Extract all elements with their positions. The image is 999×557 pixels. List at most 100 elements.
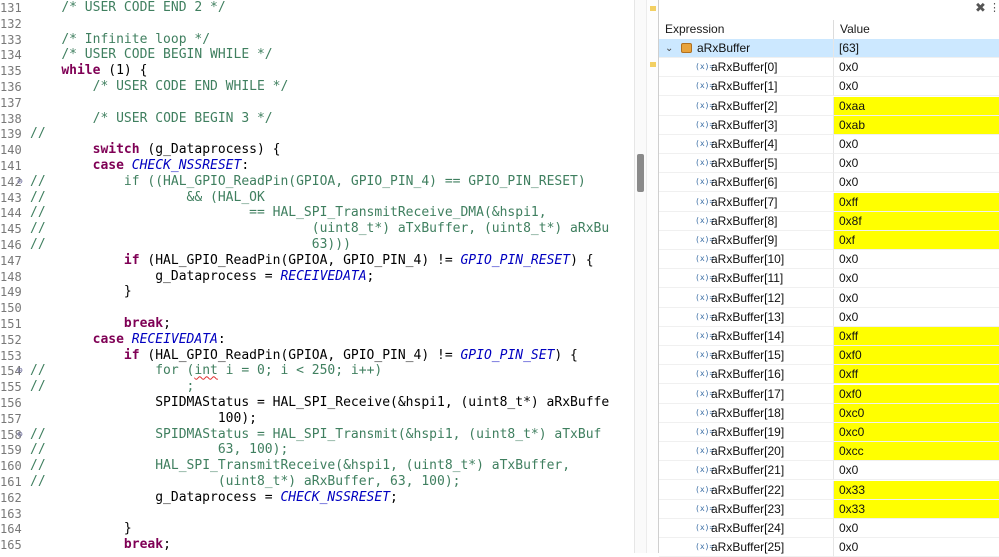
view-menu-icon[interactable]: ⋮ [989, 1, 999, 15]
tree-row-root[interactable]: ⌄ aRxBuffer [63] [659, 39, 999, 58]
tree-row[interactable]: (x)= aRxBuffer[19] 0xc0 [659, 423, 999, 442]
tree-row[interactable]: (x)= aRxBuffer[24] 0x0 [659, 519, 999, 538]
variable-icon: (x)= [695, 254, 715, 264]
tree-row[interactable]: (x)= aRxBuffer[2] 0xaa [659, 96, 999, 116]
tree-row[interactable]: (x)= aRxBuffer[10] 0x0 [659, 250, 999, 270]
tree-row[interactable]: (x)= aRxBuffer[8] 0x8f [659, 211, 999, 231]
editor-scrollbar-thumb[interactable] [637, 154, 644, 192]
code-text: g_Dataprocess = CHECK_NSSRESET; [30, 490, 398, 506]
value-cell[interactable]: 0xff [834, 192, 999, 212]
value-cell[interactable]: [63] [834, 39, 999, 58]
line-number: 165 [0, 538, 22, 553]
value-cell[interactable]: 0xaa [834, 96, 999, 116]
expression-name: aRxBuffer [697, 41, 751, 55]
tree-row[interactable]: (x)= aRxBuffer[3] 0xab [659, 115, 999, 135]
value-cell[interactable]: 0x33 [834, 499, 999, 519]
tree-row[interactable]: (x)= aRxBuffer[25] 0x0 [659, 538, 999, 557]
expression-cell: (x)= aRxBuffer[16] [659, 365, 834, 385]
value-cell[interactable]: 0x8f [834, 211, 999, 231]
tree-row[interactable]: (x)= aRxBuffer[0] 0x0 [659, 58, 999, 78]
value-cell[interactable]: 0x0 [834, 250, 999, 270]
value-cell[interactable]: 0x0 [834, 269, 999, 289]
collapse-all-icon[interactable]: ✖ [974, 1, 987, 15]
value-cell[interactable]: 0x0 [834, 538, 999, 557]
tree-row[interactable]: (x)= aRxBuffer[7] 0xff [659, 192, 999, 212]
overview-annotation-marker[interactable] [650, 62, 656, 67]
value-cell[interactable]: 0xf [834, 231, 999, 250]
variable-icon: (x)= [695, 542, 715, 552]
tree-row[interactable]: (x)= aRxBuffer[4] 0x0 [659, 135, 999, 154]
fold-toggle-icon[interactable]: ⊖ [15, 427, 25, 443]
value-cell[interactable]: 0xc0 [834, 423, 999, 442]
value-cell[interactable]: 0x0 [834, 154, 999, 174]
tree-row[interactable]: (x)= aRxBuffer[9] 0xf [659, 231, 999, 250]
value-cell[interactable]: 0xc0 [834, 403, 999, 423]
tree-row[interactable]: (x)= aRxBuffer[11] 0x0 [659, 269, 999, 289]
value-cell[interactable]: 0x33 [834, 480, 999, 500]
expression-cell: (x)= aRxBuffer[12] [659, 288, 834, 308]
line-number: 145 [0, 222, 22, 237]
value-cell[interactable]: 0xff [834, 365, 999, 385]
variable-icon: (x)= [695, 81, 715, 91]
code-token: HAL_SPI_TransmitReceive(&hspi1, (uint8_t… [45, 458, 571, 474]
tree-row[interactable]: (x)= aRxBuffer[1] 0x0 [659, 77, 999, 97]
code-token: 63))) [45, 237, 351, 252]
code-token: for ( [45, 363, 195, 379]
fold-toggle-icon[interactable]: ⊖ [15, 363, 25, 379]
code-token: CHECK_NSSRESET [280, 489, 391, 505]
expression-cell: (x)= aRxBuffer[5] [659, 154, 834, 174]
code-token: switch [92, 142, 140, 158]
code-text: // 63, 100); [30, 442, 288, 458]
tree-row[interactable]: (x)= aRxBuffer[23] 0x33 [659, 499, 999, 519]
line-number: 162 [0, 490, 22, 505]
tree-row[interactable]: (x)= aRxBuffer[20] 0xcc [659, 442, 999, 462]
tree-row[interactable]: (x)= aRxBuffer[22] 0x33 [659, 480, 999, 500]
variable-icon: (x)= [695, 350, 715, 360]
value-cell[interactable]: 0x0 [834, 461, 999, 481]
code-editor[interactable]: 131 /* USER CODE END 2 */ 132 133 /* Infin… [0, 0, 634, 553]
code-token: if [123, 252, 140, 268]
value-cell[interactable]: 0x0 [834, 58, 999, 78]
value-cell[interactable]: 0xcc [834, 442, 999, 462]
line-number: 157 [0, 411, 22, 426]
line-number: 155 [0, 380, 22, 395]
collapse-chevron-icon[interactable]: ⌄ [665, 39, 673, 58]
line-number: 144 [0, 206, 22, 221]
line-number: 140 [0, 143, 22, 158]
code-token: // [30, 458, 46, 474]
value-cell[interactable]: 0x0 [834, 289, 999, 308]
value-cell[interactable]: 0xf0 [834, 384, 999, 404]
value-cell[interactable]: 0xff [834, 327, 999, 346]
tree-row[interactable]: (x)= aRxBuffer[13] 0x0 [659, 307, 999, 327]
overview-annotation-marker[interactable] [650, 6, 656, 11]
code-token: while [61, 63, 101, 79]
expression-name: aRxBuffer[19] [711, 425, 785, 439]
value-cell[interactable]: 0x0 [834, 308, 999, 327]
tree-row[interactable]: (x)= aRxBuffer[17] 0xf0 [659, 384, 999, 404]
column-header-expression[interactable]: Expression [659, 20, 834, 39]
code-token: int [194, 363, 218, 379]
tree-row[interactable]: (x)= aRxBuffer[18] 0xc0 [659, 403, 999, 423]
value-cell[interactable]: 0x0 [834, 173, 999, 193]
fold-toggle-icon[interactable]: ⊖ [15, 174, 25, 190]
tree-row[interactable]: (x)= aRxBuffer[6] 0x0 [659, 173, 999, 193]
code-text: // HAL_SPI_TransmitReceive(&hspi1, (uint… [30, 458, 570, 474]
line-number: 139 [0, 127, 22, 142]
value-cell[interactable]: 0x0 [834, 77, 999, 97]
value-cell[interactable]: 0x0 [834, 519, 999, 538]
value-cell[interactable]: 0xab [834, 115, 999, 135]
tree-row[interactable]: (x)= aRxBuffer[14] 0xff [659, 327, 999, 346]
tree-row[interactable]: (x)= aRxBuffer[15] 0xf0 [659, 346, 999, 366]
tree-row[interactable]: (x)= aRxBuffer[16] 0xff [659, 365, 999, 385]
tree-row[interactable]: (x)= aRxBuffer[12] 0x0 [659, 288, 999, 308]
code-token: && (HAL_OK [45, 189, 265, 205]
variable-icon: (x)= [695, 523, 715, 532]
code-text: // [30, 126, 46, 142]
expression-cell: (x)= aRxBuffer[0] [659, 58, 834, 78]
tree-row[interactable]: (x)= aRxBuffer[5] 0x0 [659, 154, 999, 174]
column-header-value[interactable]: Value [834, 20, 999, 39]
tree-row[interactable]: (x)= aRxBuffer[21] 0x0 [659, 461, 999, 481]
value-cell[interactable]: 0xf0 [834, 346, 999, 366]
value-cell[interactable]: 0x0 [834, 135, 999, 154]
